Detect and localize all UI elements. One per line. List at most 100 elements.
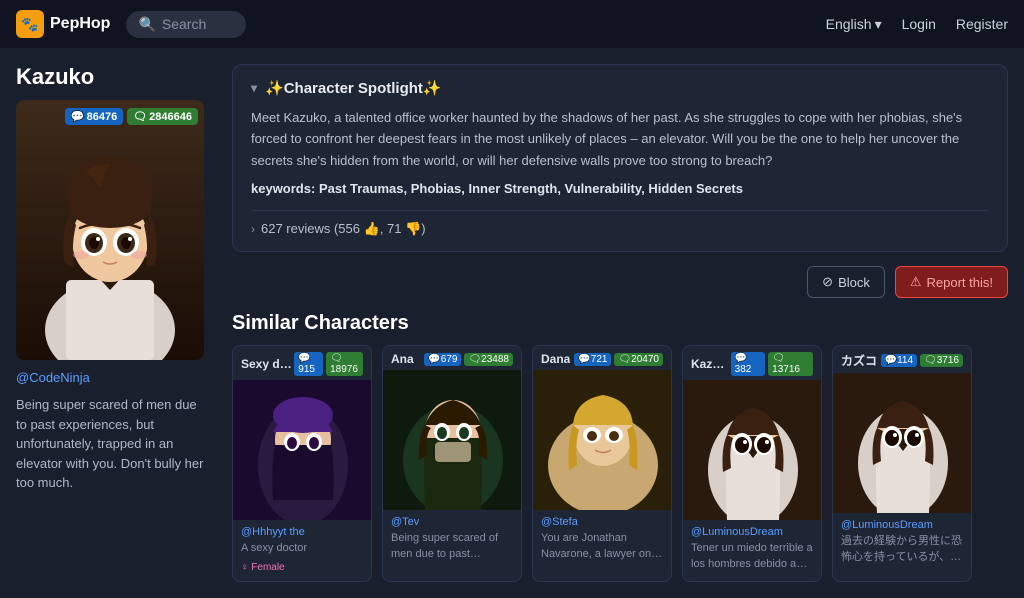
- search-bar[interactable]: 🔍 Search: [126, 11, 246, 38]
- sim-card-1-creator: @Hhhyyt the: [241, 526, 363, 538]
- similar-card-3[interactable]: Dana 💬721 🗨20470: [532, 345, 672, 581]
- chat-count-badge: 🗨 2846646: [127, 108, 198, 125]
- sim-card-1-desc: A sexy doctor: [241, 541, 363, 556]
- creator-link[interactable]: @CodeNinja: [16, 370, 204, 385]
- sim-card-3-image: [533, 370, 672, 510]
- sim-card-3-name: Dana: [541, 352, 570, 366]
- sim-card-4-top: Kazuko 💬382 🗨13716: [683, 346, 821, 380]
- sim-card-4-stats: 💬382 🗨13716: [731, 352, 813, 376]
- lang-label: English: [826, 16, 872, 32]
- sim-card-4-creator: @LuminousDream: [691, 526, 813, 538]
- nav-links: English ▾ Login Register: [826, 16, 1008, 33]
- lang-selector[interactable]: English ▾: [826, 16, 882, 33]
- character-description: Being super scared of men due to past ex…: [16, 395, 204, 493]
- login-link[interactable]: Login: [902, 16, 936, 32]
- similar-cards: Sexy doctor 💬915 🗨18976: [232, 345, 1008, 581]
- collapse-chevron-icon: ▾: [251, 81, 257, 95]
- spotlight-box: ▾ ✨Character Spotlight✨ Meet Kazuko, a t…: [232, 64, 1008, 252]
- kazuko-illustration: [16, 100, 204, 360]
- sim-card-1-msg: 💬915: [294, 352, 323, 376]
- sim-card-2-stats: 💬679 🗨23488: [424, 353, 513, 366]
- right-panel: ▾ ✨Character Spotlight✨ Meet Kazuko, a t…: [220, 48, 1024, 598]
- spotlight-keywords: keywords: Past Traumas, Phobias, Inner S…: [251, 181, 989, 196]
- character-name: Kazuko: [16, 64, 204, 90]
- search-label: Search: [162, 16, 206, 32]
- sim-card-2-bottom: @Tev Being super scared of men due to pa…: [383, 510, 521, 568]
- sim-card-3-creator: @Stefa: [541, 516, 663, 528]
- sim-card-4-bottom: @LuminousDream Tener un miedo terrible a…: [683, 520, 821, 578]
- block-button[interactable]: ⊘ Block: [807, 266, 885, 298]
- message-count: 86476: [87, 111, 118, 123]
- sim-card-5-image: [833, 373, 972, 513]
- similar-title: Similar Characters: [232, 312, 1008, 335]
- logo-icon: 🐾: [16, 10, 44, 38]
- message-icon: 💬: [71, 110, 85, 123]
- report-button[interactable]: ⚠ Report this!: [895, 266, 1008, 298]
- sim-card-2-image: [383, 370, 522, 510]
- sim-card-4-image: [683, 380, 822, 520]
- sim-card-5-name: カズコ: [841, 352, 877, 369]
- similar-card-2[interactable]: Ana 💬679 🗨23488: [382, 345, 522, 581]
- spotlight-body: Meet Kazuko, a talented office worker ha…: [251, 107, 989, 171]
- sim-card-5-creator: @LuminousDream: [841, 519, 963, 531]
- sim-card-2-msg: 💬679: [424, 353, 461, 366]
- sim-card-2-name: Ana: [391, 352, 414, 366]
- similar-card-4[interactable]: Kazuko 💬382 🗨13716: [682, 345, 822, 581]
- reviews-row[interactable]: › 627 reviews (556 👍, 71 👎): [251, 210, 989, 237]
- chevron-down-icon: ▾: [875, 16, 882, 33]
- sim-card-3-desc: You are Jonathan Navarone, a lawyer on t…: [541, 531, 663, 562]
- topnav: 🐾 PepHop 🔍 Search English ▾ Login Regist…: [0, 0, 1024, 48]
- sim-card-2-desc: Being super scared of men due to past ex…: [391, 531, 513, 562]
- similar-card-1[interactable]: Sexy doctor 💬915 🗨18976: [232, 345, 372, 581]
- reviews-text: 627 reviews (556 👍, 71 👎): [261, 221, 426, 237]
- search-icon: 🔍: [138, 16, 155, 33]
- similar-section: Similar Characters Sexy doctor 💬915 🗨189…: [232, 312, 1008, 581]
- logo-text: PepHop: [50, 15, 110, 33]
- sim-card-2-top: Ana 💬679 🗨23488: [383, 346, 521, 370]
- sim-card-1-chat: 🗨18976: [326, 352, 363, 376]
- character-avatar: [16, 100, 204, 360]
- block-icon: ⊘: [822, 274, 833, 290]
- main-content: Kazuko: [0, 48, 1024, 598]
- left-panel: Kazuko: [0, 48, 220, 598]
- sim-card-4-msg: 💬382: [731, 352, 766, 376]
- sim-card-5-top: カズコ 💬114 🗨3716: [833, 346, 971, 373]
- warning-icon: ⚠: [910, 274, 922, 290]
- chat-icon: 🗨: [133, 110, 147, 123]
- character-avatar-wrapper: 💬 86476 🗨 2846646: [16, 100, 204, 360]
- sim-card-3-bottom: @Stefa You are Jonathan Navarone, a lawy…: [533, 510, 671, 568]
- sim-card-3-chat: 🗨20470: [614, 353, 663, 366]
- sim-card-1-stats: 💬915 🗨18976: [294, 352, 363, 376]
- logo[interactable]: 🐾 PepHop: [16, 10, 110, 38]
- sim-card-5-bottom: @LuminousDream 過去の経験から男性に恐怖心を持っているが、残念なこ…: [833, 513, 971, 571]
- sim-card-2-creator: @Tev: [391, 516, 513, 528]
- sim-card-1-image: [233, 380, 372, 520]
- sim-card-4-name: Kazuko: [691, 357, 731, 371]
- similar-card-5[interactable]: カズコ 💬114 🗨3716: [832, 345, 972, 581]
- sim-card-1-gender: ♀ Female: [241, 562, 285, 573]
- sim-card-5-msg: 💬114: [881, 354, 917, 367]
- spotlight-title: ✨Character Spotlight✨: [265, 79, 442, 97]
- action-row: ⊘ Block ⚠ Report this!: [232, 266, 1008, 298]
- spotlight-header[interactable]: ▾ ✨Character Spotlight✨: [251, 79, 989, 97]
- report-label: Report this!: [927, 275, 993, 290]
- sim-card-3-top: Dana 💬721 🗨20470: [533, 346, 671, 370]
- sim-card-3-msg: 💬721: [574, 353, 611, 366]
- chat-count: 2846646: [149, 111, 192, 123]
- register-link[interactable]: Register: [956, 16, 1008, 32]
- sim-card-1-top: Sexy doctor 💬915 🗨18976: [233, 346, 371, 380]
- sim-card-4-desc: Tener un miedo terrible a los hombres de…: [691, 541, 813, 572]
- message-count-badge: 💬 86476: [65, 108, 123, 125]
- sim-card-5-chat: 🗨3716: [920, 354, 963, 367]
- sim-card-4-chat: 🗨13716: [768, 352, 813, 376]
- sim-card-1-name: Sexy doctor: [241, 357, 294, 371]
- sim-card-1-bottom: @Hhhyyt the A sexy doctor ♀ Female: [233, 520, 371, 580]
- keywords-label: keywords:: [251, 181, 315, 196]
- keywords-values: Past Traumas, Phobias, Inner Strength, V…: [319, 181, 743, 196]
- reviews-chevron-icon: ›: [251, 222, 255, 236]
- sim-card-5-desc: 過去の経験から男性に恐怖心を持っているが、残念なことにエレベーターに: [841, 534, 963, 565]
- sim-card-5-stats: 💬114 🗨3716: [881, 354, 963, 367]
- block-label: Block: [838, 275, 870, 290]
- sim-card-2-chat: 🗨23488: [464, 353, 513, 366]
- sim-card-3-stats: 💬721 🗨20470: [574, 353, 663, 366]
